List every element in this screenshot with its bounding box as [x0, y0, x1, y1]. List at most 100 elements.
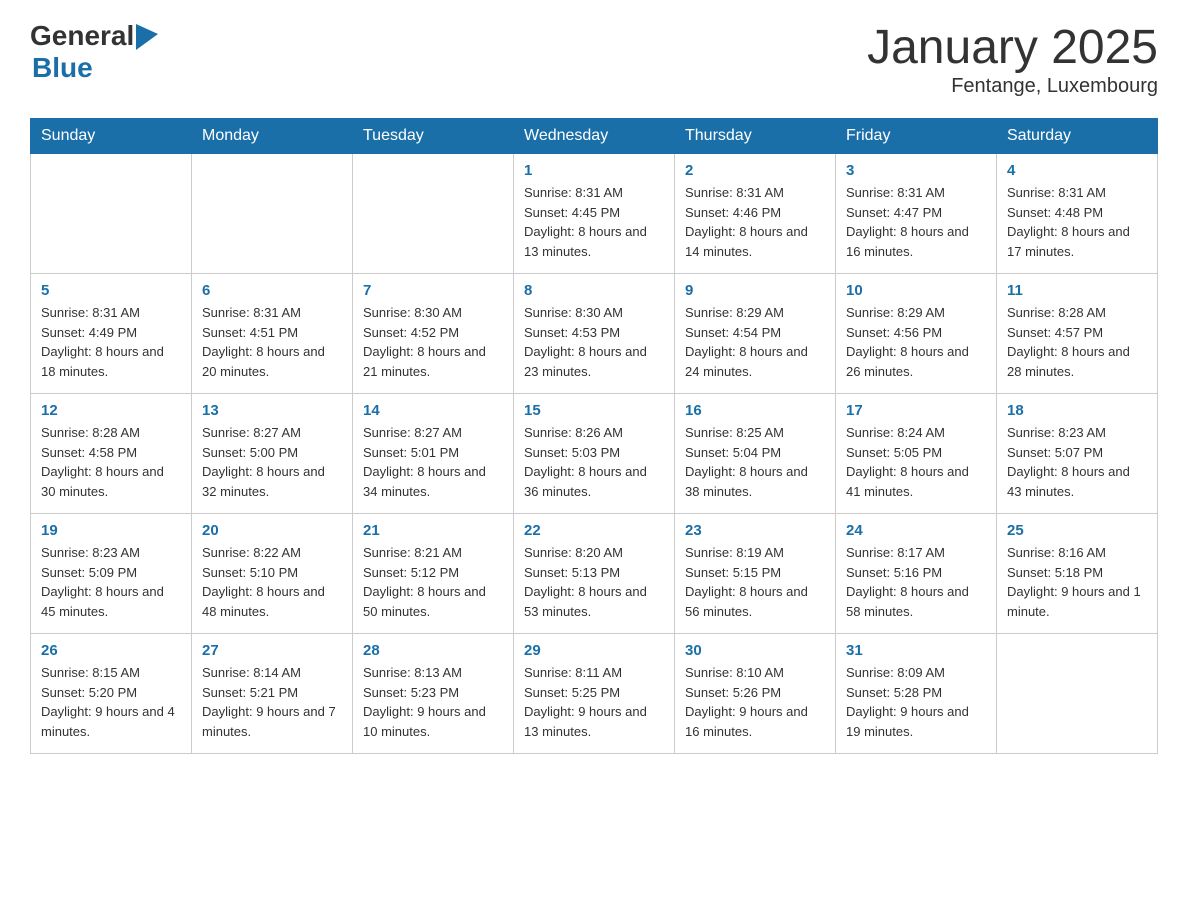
day-number: 23	[685, 522, 825, 539]
day-info: Sunrise: 8:10 AMSunset: 5:26 PMDaylight:…	[685, 663, 825, 741]
day-number: 20	[202, 522, 342, 539]
calendar-cell: 11 Sunrise: 8:28 AMSunset: 4:57 PMDayligh…	[997, 274, 1158, 394]
calendar-cell: 31 Sunrise: 8:09 AMSunset: 5:28 PMDayligh…	[836, 634, 997, 754]
day-number: 9	[685, 282, 825, 299]
day-info: Sunrise: 8:13 AMSunset: 5:23 PMDaylight:…	[363, 663, 503, 741]
day-number: 16	[685, 402, 825, 419]
day-number: 19	[41, 522, 181, 539]
calendar-cell: 12 Sunrise: 8:28 AMSunset: 4:58 PMDayligh…	[31, 394, 192, 514]
calendar-cell: 27Sunrise: 8:14 AMSunset: 5:21 PMDayligh…	[192, 634, 353, 754]
day-info: Sunrise: 8:30 AMSunset: 4:53 PMDaylight:…	[524, 303, 664, 381]
logo-blue-text: Blue	[32, 52, 93, 84]
day-number: 4	[1007, 162, 1147, 179]
calendar-cell: 14Sunrise: 8:27 AMSunset: 5:01 PMDayligh…	[353, 394, 514, 514]
day-number: 7	[363, 282, 503, 299]
day-number: 18	[1007, 402, 1147, 419]
day-info: Sunrise: 8:23 AMSunset: 5:07 PMDaylight:…	[1007, 423, 1147, 501]
day-info: Sunrise: 8:23 AMSunset: 5:09 PMDaylight:…	[41, 543, 181, 621]
day-info: Sunrise: 8:31 AMSunset: 4:47 PMDaylight:…	[846, 183, 986, 261]
day-number: 21	[363, 522, 503, 539]
day-number: 15	[524, 402, 664, 419]
header-row: SundayMondayTuesdayWednesdayThursdayFrid…	[31, 119, 1158, 154]
week-row-2: 5 Sunrise: 8:31 AMSunset: 4:49 PMDaylight…	[31, 274, 1158, 394]
calendar-cell: 15 Sunrise: 8:26 AMSunset: 5:03 PMDayligh…	[514, 394, 675, 514]
calendar-cell: 3 Sunrise: 8:31 AMSunset: 4:47 PMDaylight…	[836, 154, 997, 274]
day-info: Sunrise: 8:31 AMSunset: 4:49 PMDaylight:…	[41, 303, 181, 381]
calendar-cell: 2 Sunrise: 8:31 AMSunset: 4:46 PMDaylight…	[675, 154, 836, 274]
calendar-cell	[997, 634, 1158, 754]
calendar-cell: 20Sunrise: 8:22 AMSunset: 5:10 PMDayligh…	[192, 514, 353, 634]
day-number: 27	[202, 642, 342, 659]
day-number: 24	[846, 522, 986, 539]
day-number: 14	[363, 402, 503, 419]
day-number: 10	[846, 282, 986, 299]
day-info: Sunrise: 8:17 AMSunset: 5:16 PMDaylight:…	[846, 543, 986, 621]
calendar-cell: 25 Sunrise: 8:16 AMSunset: 5:18 PMDayligh…	[997, 514, 1158, 634]
week-row-3: 12 Sunrise: 8:28 AMSunset: 4:58 PMDayligh…	[31, 394, 1158, 514]
day-info: Sunrise: 8:11 AMSunset: 5:25 PMDaylight:…	[524, 663, 664, 741]
day-number: 28	[363, 642, 503, 659]
header-day-friday: Friday	[836, 119, 997, 154]
calendar-cell: 28 Sunrise: 8:13 AMSunset: 5:23 PMDayligh…	[353, 634, 514, 754]
calendar-title: January 2025	[867, 20, 1158, 75]
day-info: Sunrise: 8:16 AMSunset: 5:18 PMDaylight:…	[1007, 543, 1147, 621]
day-number: 2	[685, 162, 825, 179]
title-block: January 2025 Fentange, Luxembourg	[867, 20, 1158, 98]
calendar-cell: 24 Sunrise: 8:17 AMSunset: 5:16 PMDayligh…	[836, 514, 997, 634]
week-row-4: 19 Sunrise: 8:23 AMSunset: 5:09 PMDayligh…	[31, 514, 1158, 634]
calendar-cell: 8 Sunrise: 8:30 AMSunset: 4:53 PMDaylight…	[514, 274, 675, 394]
day-number: 17	[846, 402, 986, 419]
day-info: Sunrise: 8:09 AMSunset: 5:28 PMDaylight:…	[846, 663, 986, 741]
day-number: 11	[1007, 282, 1147, 299]
day-info: Sunrise: 8:29 AMSunset: 4:56 PMDaylight:…	[846, 303, 986, 381]
day-number: 29	[524, 642, 664, 659]
header-day-monday: Monday	[192, 119, 353, 154]
day-number: 30	[685, 642, 825, 659]
page-header: General Blue January 2025 Fentange, Luxe…	[30, 20, 1158, 98]
day-number: 8	[524, 282, 664, 299]
week-row-5: 26Sunrise: 8:15 AMSunset: 5:20 PMDayligh…	[31, 634, 1158, 754]
calendar-cell: 26Sunrise: 8:15 AMSunset: 5:20 PMDayligh…	[31, 634, 192, 754]
day-number: 22	[524, 522, 664, 539]
logo-triangle-icon	[136, 24, 158, 50]
day-number: 12	[41, 402, 181, 419]
day-info: Sunrise: 8:21 AMSunset: 5:12 PMDaylight:…	[363, 543, 503, 621]
calendar-cell: 1Sunrise: 8:31 AMSunset: 4:45 PMDaylight…	[514, 154, 675, 274]
calendar-subtitle: Fentange, Luxembourg	[867, 75, 1158, 98]
calendar-table: SundayMondayTuesdayWednesdayThursdayFrid…	[30, 118, 1158, 754]
day-info: Sunrise: 8:28 AMSunset: 4:58 PMDaylight:…	[41, 423, 181, 501]
calendar-cell: 22 Sunrise: 8:20 AMSunset: 5:13 PMDayligh…	[514, 514, 675, 634]
day-info: Sunrise: 8:30 AMSunset: 4:52 PMDaylight:…	[363, 303, 503, 381]
calendar-cell: 30 Sunrise: 8:10 AMSunset: 5:26 PMDayligh…	[675, 634, 836, 754]
day-info: Sunrise: 8:28 AMSunset: 4:57 PMDaylight:…	[1007, 303, 1147, 381]
day-number: 5	[41, 282, 181, 299]
header-day-wednesday: Wednesday	[514, 119, 675, 154]
week-row-1: 1Sunrise: 8:31 AMSunset: 4:45 PMDaylight…	[31, 154, 1158, 274]
calendar-cell: 17Sunrise: 8:24 AMSunset: 5:05 PMDayligh…	[836, 394, 997, 514]
day-info: Sunrise: 8:19 AMSunset: 5:15 PMDaylight:…	[685, 543, 825, 621]
day-info: Sunrise: 8:29 AMSunset: 4:54 PMDaylight:…	[685, 303, 825, 381]
header-day-saturday: Saturday	[997, 119, 1158, 154]
header-day-thursday: Thursday	[675, 119, 836, 154]
day-number: 3	[846, 162, 986, 179]
day-info: Sunrise: 8:31 AMSunset: 4:45 PMDaylight:…	[524, 183, 664, 261]
day-number: 31	[846, 642, 986, 659]
header-day-tuesday: Tuesday	[353, 119, 514, 154]
day-info: Sunrise: 8:31 AMSunset: 4:51 PMDaylight:…	[202, 303, 342, 381]
day-number: 13	[202, 402, 342, 419]
day-number: 26	[41, 642, 181, 659]
day-number: 25	[1007, 522, 1147, 539]
day-info: Sunrise: 8:20 AMSunset: 5:13 PMDaylight:…	[524, 543, 664, 621]
calendar-cell: 16Sunrise: 8:25 AMSunset: 5:04 PMDayligh…	[675, 394, 836, 514]
calendar-cell: 13Sunrise: 8:27 AMSunset: 5:00 PMDayligh…	[192, 394, 353, 514]
calendar-cell: 29 Sunrise: 8:11 AMSunset: 5:25 PMDayligh…	[514, 634, 675, 754]
calendar-cell: 5 Sunrise: 8:31 AMSunset: 4:49 PMDaylight…	[31, 274, 192, 394]
day-info: Sunrise: 8:31 AMSunset: 4:46 PMDaylight:…	[685, 183, 825, 261]
calendar-cell	[192, 154, 353, 274]
day-info: Sunrise: 8:31 AMSunset: 4:48 PMDaylight:…	[1007, 183, 1147, 261]
header-day-sunday: Sunday	[31, 119, 192, 154]
calendar-cell: 18 Sunrise: 8:23 AMSunset: 5:07 PMDayligh…	[997, 394, 1158, 514]
calendar-cell: 6Sunrise: 8:31 AMSunset: 4:51 PMDaylight…	[192, 274, 353, 394]
day-info: Sunrise: 8:26 AMSunset: 5:03 PMDaylight:…	[524, 423, 664, 501]
calendar-cell: 10 Sunrise: 8:29 AMSunset: 4:56 PMDayligh…	[836, 274, 997, 394]
